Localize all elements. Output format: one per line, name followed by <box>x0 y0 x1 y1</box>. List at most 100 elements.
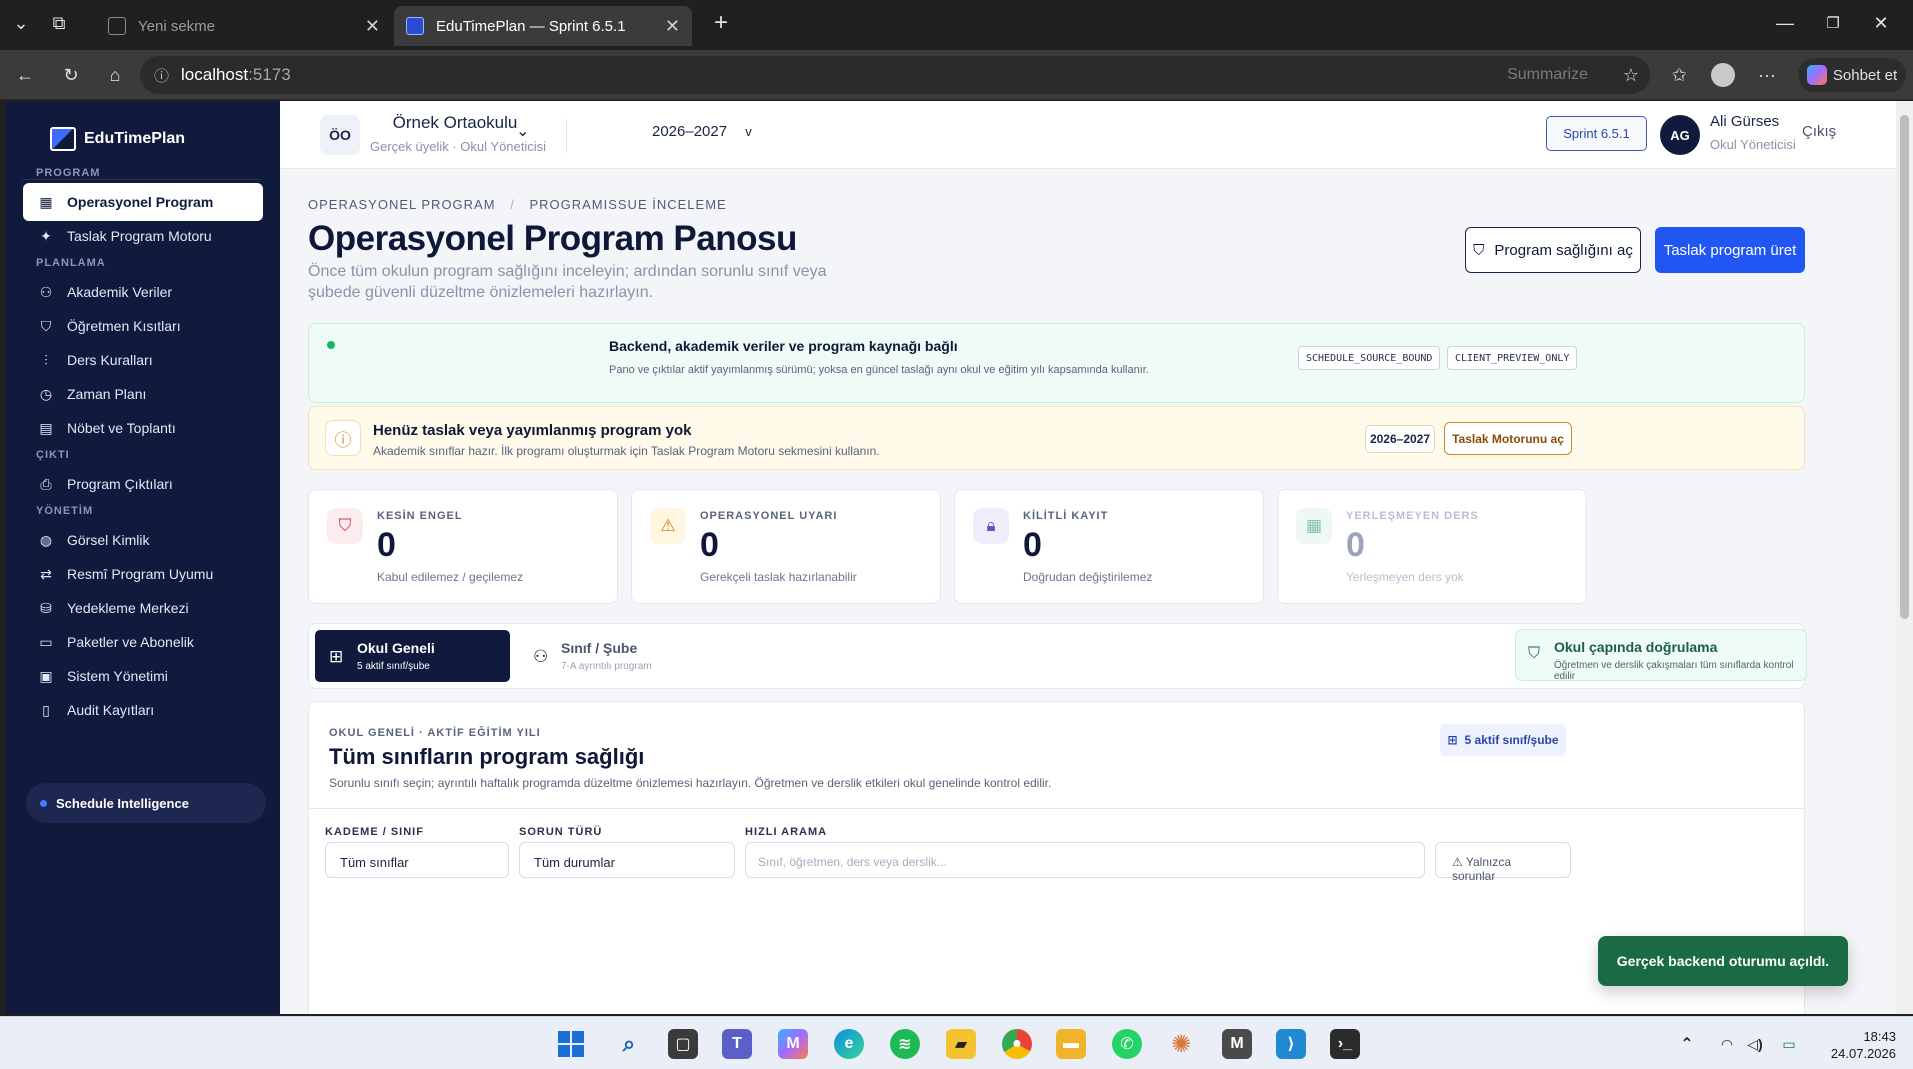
sidebar-item-packages[interactable]: ▭ Paketler ve Abonelik <box>23 623 263 661</box>
tab-school-wide[interactable]: ⊞ Okul Geneli 5 aktif sınıf/şube <box>315 630 510 682</box>
tab-new[interactable]: Yeni sekme ✕ <box>96 6 392 46</box>
school-name[interactable]: Örnek Ortaokulu <box>370 113 540 133</box>
window-close-icon[interactable]: ✕ <box>1866 8 1896 38</box>
school-wide-validation: ⛉ Okul çapında doğrulama Öğretmen ve der… <box>1515 629 1807 682</box>
sidebar-item-official-compliance[interactable]: ⇄ Resmî Program Uyumu <box>23 555 263 593</box>
new-tab-icon[interactable]: + <box>706 8 736 38</box>
app-icon[interactable]: M <box>1222 1029 1252 1059</box>
info-icon[interactable]: ⓘ <box>154 65 169 86</box>
search-icon[interactable]: ⌕ <box>614 1029 644 1059</box>
open-draft-engine-button[interactable]: Taslak Motorunu aç <box>1444 422 1572 455</box>
sidebar-item-time-plan[interactable]: ◷ Zaman Planı <box>23 375 263 413</box>
only-issues-button[interactable]: ⚠ Yalnızca sorunlar <box>1435 842 1571 883</box>
sidebar-item-teacher-constraints[interactable]: ⛉ Öğretmen Kısıtları <box>23 307 263 345</box>
file-explorer-icon[interactable]: ▬ <box>1056 1029 1086 1059</box>
tab-sublabel: 5 aktif sınıf/şube <box>357 661 430 672</box>
sidebar-item-duty-meeting[interactable]: ▤ Nöbet ve Toplantı <box>23 409 263 447</box>
grid-icon: ⊞ <box>1447 733 1458 747</box>
sidebar-item-backup-center[interactable]: ⛁ Yedekleme Merkezi <box>23 589 263 627</box>
sidebar-item-course-rules[interactable]: ⫶ Ders Kuralları <box>23 341 263 379</box>
summarize-button[interactable]: Summarize <box>1507 66 1588 84</box>
sidebar-item-system-admin[interactable]: ▣ Sistem Yönetimi <box>23 657 263 695</box>
more-icon[interactable]: ··· <box>1752 60 1782 90</box>
tab-class-branch[interactable]: ⚇ Sınıf / Şube 7-A ayrıntılı program <box>519 630 714 682</box>
battery-icon[interactable]: ▭ <box>1774 1029 1804 1059</box>
toast-notification: Gerçek backend oturumu açıldı. <box>1598 936 1848 986</box>
favorite-star-icon[interactable]: ☆ <box>1616 60 1646 90</box>
windows-start-icon[interactable] <box>556 1029 586 1059</box>
tab-list-icon[interactable]: ⌄ <box>6 8 36 38</box>
logout-button[interactable]: Çıkış <box>1802 123 1836 140</box>
terminal-icon[interactable]: ›_ <box>1330 1029 1360 1059</box>
issue-type-select[interactable]: Tüm durumlar <box>519 842 735 878</box>
chevron-down-icon[interactable]: ⌄ <box>516 121 529 141</box>
wifi-icon[interactable]: ◠ <box>1712 1029 1742 1059</box>
whatsapp-icon[interactable]: ✆ <box>1112 1029 1142 1059</box>
breadcrumb-item[interactable]: OPERASYONEL PROGRAM <box>308 197 496 212</box>
validation-title: Okul çapında doğrulama <box>1554 639 1718 655</box>
open-health-button[interactable]: ⛉ Program sağlığını aç <box>1465 227 1641 273</box>
clock[interactable]: 18:43 24.07.2026 <box>1826 1028 1896 1062</box>
sidebar-item-visual-identity[interactable]: ◍ Görsel Kimlik <box>23 521 263 559</box>
sidebar-item-operational-program[interactable]: ▦ Operasyonel Program <box>23 183 263 221</box>
connection-status-card: Backend, akademik veriler ve program kay… <box>308 323 1805 403</box>
chevron-up-icon[interactable]: ⌃ <box>1672 1029 1702 1059</box>
card-icon: ▭ <box>39 633 53 650</box>
volume-icon[interactable]: ◁) <box>1740 1029 1770 1059</box>
kpi-label: YERLEŞMEYEN DERS <box>1346 510 1479 522</box>
breadcrumb-item: PROGRAMISSUE İNCELEME <box>529 197 727 212</box>
section-program: PROGRAM <box>36 167 101 179</box>
page-title: Operasyonel Program Panosu <box>308 219 797 258</box>
avatar[interactable]: AG <box>1660 115 1700 155</box>
refresh-icon[interactable]: ↻ <box>56 60 86 90</box>
claude-icon[interactable]: ✺ <box>1166 1029 1196 1059</box>
address-bar[interactable]: ⓘ localhost:5173 Summarize <box>140 56 1650 94</box>
file-icon: ▯ <box>42 701 50 718</box>
generate-draft-button[interactable]: Taslak program üret <box>1655 227 1805 273</box>
filter-label: SORUN TÜRÜ <box>519 826 603 838</box>
year-selector[interactable]: 2026–2027 v <box>652 123 752 140</box>
clipboard-icon: ▤ <box>39 419 53 436</box>
copilot-button[interactable]: Sohbet et <box>1798 58 1906 92</box>
close-icon[interactable]: ✕ <box>665 16 680 37</box>
workspaces-icon[interactable]: ⧉ <box>44 8 74 38</box>
favorites-icon[interactable]: ✩ <box>1664 60 1694 90</box>
search-input[interactable]: Sınıf, öğretmen, ders veya derslik... <box>745 842 1425 878</box>
level-select[interactable]: Tüm sınıflar <box>325 842 509 878</box>
scrollbar-thumb[interactable] <box>1900 115 1909 619</box>
select-value: Tüm durumlar <box>534 855 615 870</box>
schedule-intelligence-pill[interactable]: Schedule Intelligence <box>26 783 266 823</box>
page-scrollbar[interactable] <box>1896 101 1913 1014</box>
minimize-icon[interactable]: — <box>1770 8 1800 38</box>
vscode-icon[interactable]: ⟩ <box>1276 1029 1306 1059</box>
sliders-icon: ⫶ <box>44 351 48 368</box>
brand[interactable]: EduTimePlan <box>50 127 185 151</box>
brand-logo-icon <box>50 127 76 151</box>
kpi-card-operational-warning: ⚠ OPERASYONEL UYARI 0 Gerekçeli taslak h… <box>631 489 941 604</box>
sidebar-item-program-outputs[interactable]: ⎙ Program Çıktıları <box>23 465 263 503</box>
kpi-value: 0 <box>377 526 396 564</box>
tab-edutimeplan[interactable]: EduTimePlan — Sprint 6.5.1 ✕ <box>394 6 692 46</box>
task-view-icon[interactable]: ▢ <box>668 1029 698 1059</box>
sticky-notes-icon[interactable]: ▰ <box>946 1029 976 1059</box>
palette-icon: ◍ <box>39 531 53 548</box>
calendar-icon: ▦ <box>1296 508 1332 544</box>
edge-icon[interactable]: e <box>834 1029 864 1059</box>
spotify-icon[interactable]: ≋ <box>890 1029 920 1059</box>
school-badge[interactable]: ÖO <box>320 115 360 155</box>
teams-icon[interactable]: T <box>722 1029 752 1059</box>
chrome-icon[interactable]: ● <box>1002 1029 1032 1059</box>
main-content: OPERASYONEL PROGRAM / PROGRAMISSUE İNCEL… <box>280 169 1896 1014</box>
user-name: Ali Gürses <box>1710 113 1780 130</box>
sidebar-item-academic-data[interactable]: ⚇ Akademik Veriler <box>23 273 263 311</box>
close-icon[interactable]: ✕ <box>365 16 380 37</box>
home-icon[interactable]: ⌂ <box>100 60 130 90</box>
sidebar-item-draft-engine[interactable]: ✦ Taslak Program Motoru <box>23 217 263 255</box>
sidebar-item-audit-logs[interactable]: ▯ Audit Kayıtları <box>23 691 263 729</box>
m365-icon[interactable]: M <box>778 1029 808 1059</box>
profile-icon[interactable] <box>1708 60 1738 90</box>
brand-name: EduTimePlan <box>84 130 186 147</box>
back-icon[interactable]: ← <box>10 60 40 90</box>
app-header: ÖO Örnek Ortaokulu Gerçek üyelik · Okul … <box>280 101 1896 169</box>
restore-icon[interactable]: ❐ <box>1818 8 1848 38</box>
